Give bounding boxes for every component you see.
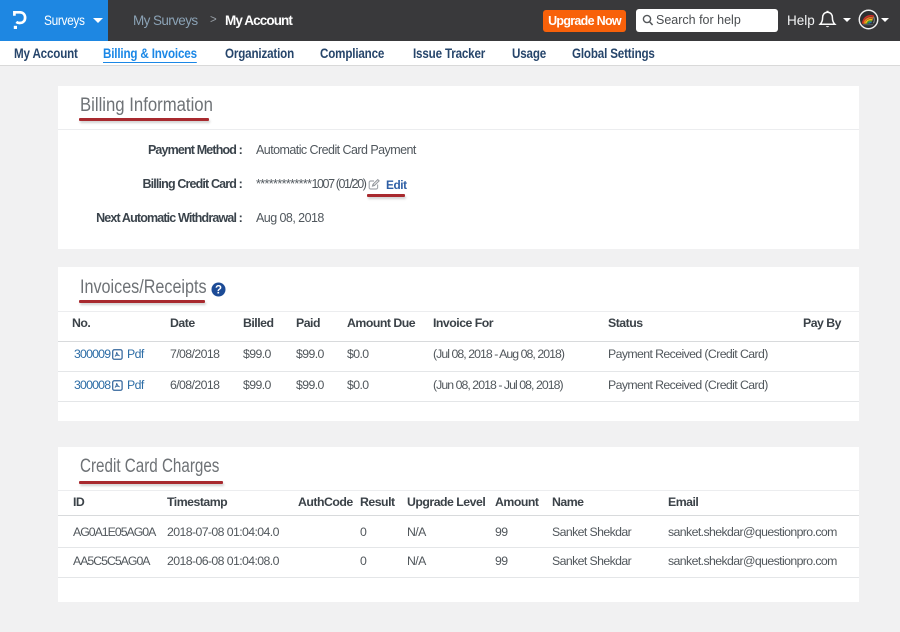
svg-text:?: ? <box>215 284 222 296</box>
